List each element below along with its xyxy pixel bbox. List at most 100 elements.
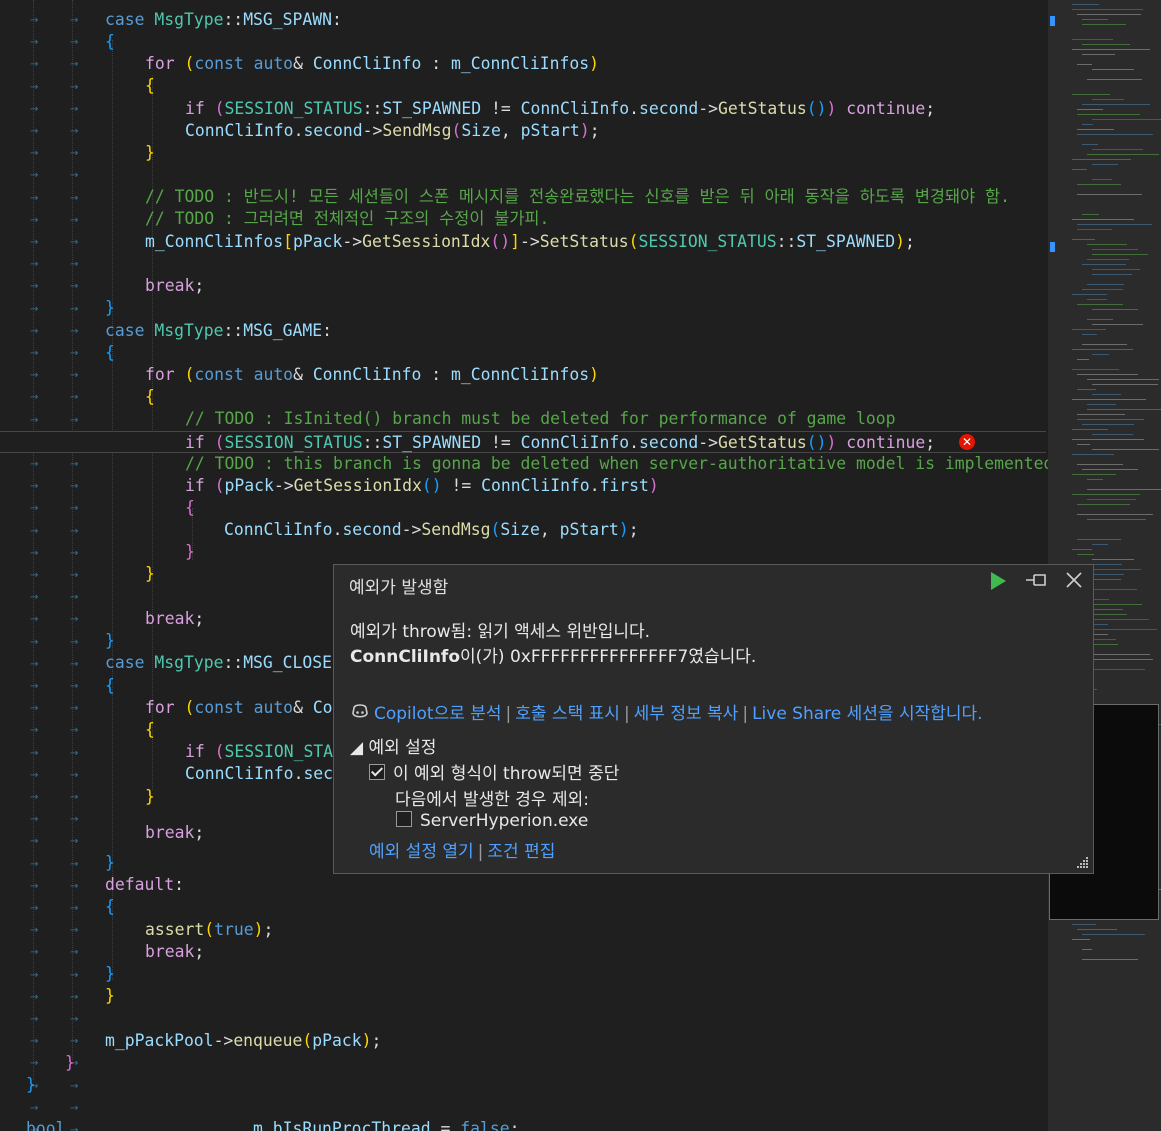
edit-conditions-link[interactable]: 조건 편집	[487, 842, 555, 862]
tab-arrow-icon: →	[30, 392, 39, 404]
code-token: ()	[421, 476, 442, 495]
code-line[interactable]: {	[145, 75, 155, 97]
code-token: )	[253, 920, 264, 939]
break-when-thrown-label: 이 예외 형식이 throw되면 중단	[393, 764, 620, 784]
resize-grip[interactable]	[1075, 855, 1089, 869]
analyze-with-copilot-link[interactable]: Copilot으로 분석	[374, 704, 502, 724]
code-line[interactable]: ConnCliInfo.second->SendMsg(Size, pStart…	[224, 519, 639, 541]
play-icon	[991, 572, 1006, 590]
code-token: {	[145, 76, 155, 95]
code-line[interactable]: m_ConnCliInfos[pPack->GetSessionIdx()]->…	[145, 231, 915, 253]
code-token: }	[145, 564, 155, 583]
code-line[interactable]: }	[105, 963, 115, 985]
tab-arrow-icon: →	[30, 214, 39, 226]
code-line[interactable]: {	[145, 386, 155, 408]
code-line[interactable]: }	[145, 786, 155, 808]
code-line[interactable]: break;	[145, 608, 204, 630]
code-line[interactable]: {	[105, 31, 115, 53]
close-icon	[1066, 572, 1082, 588]
code-line[interactable]: break;	[145, 822, 204, 844]
code-line[interactable]: for (const auto& ConnCliInfo : m_ConnCli…	[145, 53, 599, 75]
minimap-line	[1072, 939, 1090, 940]
code-token: ;	[509, 1119, 520, 1131]
code-line[interactable]: default:	[105, 874, 184, 896]
except-when-label: 다음에서 발생한 경우 제외:	[395, 790, 589, 810]
code-line[interactable]: case MsgType::MSG_GAME:	[105, 320, 332, 342]
code-token: ::	[223, 653, 244, 672]
module-exclusion-option[interactable]: ServerHyperion.exe	[396, 811, 588, 831]
code-line[interactable]: }	[105, 297, 115, 319]
tab-arrow-icon: →	[30, 15, 39, 26]
minimap-line	[1082, 289, 1123, 290]
code-line[interactable]: }	[145, 142, 155, 164]
code-token: true	[214, 920, 254, 939]
code-line[interactable]: }	[105, 630, 115, 652]
tab-arrow-icon: →	[30, 903, 39, 914]
exception-popup: 예외가 발생함 예외가 throw됨: 읽기 액세스 위반입니다. ConnCl…	[333, 564, 1094, 874]
code-line[interactable]: // TODO : 반드시! 모든 세션들이 스폰 메시지를 전송완료했다는 신…	[145, 186, 1010, 208]
code-line[interactable]: }	[185, 541, 195, 563]
code-line[interactable]: m_pPackPool->enqueue(pPack);	[105, 1030, 381, 1052]
code-token: ->	[362, 121, 383, 140]
code-line[interactable]: ConnCliInfo.sec	[185, 763, 333, 785]
minimap-line	[1077, 129, 1114, 130]
start-live-share-link[interactable]: Live Share 세션을 시작합니다.	[752, 704, 983, 724]
tab-arrow-icon: →	[30, 1036, 39, 1048]
code-line[interactable]: // TODO : 그러려면 전체적인 구조의 수정이 불가피.	[145, 208, 549, 230]
code-line[interactable]: {	[105, 342, 115, 364]
tab-arrow-icon: →	[30, 769, 39, 781]
code-line[interactable]: }	[145, 563, 155, 585]
code-line[interactable]: {	[105, 896, 115, 918]
code-line[interactable]: }	[105, 852, 115, 874]
break-when-thrown-checkbox[interactable]	[369, 764, 385, 780]
code-line[interactable]: // TODO : this branch is gonna be delete…	[185, 453, 1048, 475]
copy-details-link[interactable]: 세부 정보 복사	[634, 704, 739, 724]
code-token: {	[145, 387, 155, 406]
code-line[interactable]: {	[145, 719, 155, 741]
tab-arrow-icon: →	[30, 1058, 39, 1070]
module-exclusion-checkbox[interactable]	[396, 811, 412, 827]
minimap-line	[1087, 319, 1113, 320]
code-line[interactable]: break;	[145, 275, 204, 297]
code-line[interactable]: if (SESSION_STATUS::ST_SPAWNED != ConnCl…	[185, 98, 935, 120]
code-line[interactable]: {	[105, 675, 115, 697]
code-line[interactable]: case MsgType::MSG_CLOSE	[105, 652, 332, 674]
exception-settings-header[interactable]: ◢ 예외 설정	[350, 733, 436, 758]
code-line[interactable]: }	[65, 1052, 75, 1074]
code-line[interactable]: // TODO : IsInited() branch must be dele…	[185, 408, 896, 430]
code-line[interactable]: {	[185, 497, 195, 519]
code-token: // TODO : 그러려면 전체적인 구조의 수정이 불가피.	[145, 209, 550, 228]
tab-arrow-icon: →	[30, 570, 39, 581]
code-line[interactable]: bool m_bIsRunProcThread = false;	[26, 1118, 519, 1131]
minimap-line	[1087, 409, 1161, 410]
error-icon[interactable]: ✕	[959, 434, 975, 450]
continue-button[interactable]	[986, 571, 1010, 595]
code-line[interactable]: for (const auto& ConnCliInfo : m_ConnCli…	[145, 364, 599, 386]
code-token: (	[628, 232, 639, 251]
code-line[interactable]: if (SESSION_STA	[185, 741, 333, 763]
code-line[interactable]: for (const auto& Co	[145, 697, 333, 719]
tab-arrow-icon: →	[70, 792, 79, 803]
tab-arrow-icon: →	[70, 547, 79, 559]
open-exception-settings-link[interactable]: 예외 설정 열기	[369, 842, 474, 862]
code-token: enqueue	[233, 1031, 303, 1050]
code-line[interactable]: break;	[145, 941, 204, 963]
code-line[interactable]: if (pPack->GetSessionIdx() != ConnCliInf…	[185, 475, 659, 497]
code-line[interactable]: }	[105, 985, 115, 1007]
pin-button[interactable]	[1024, 571, 1048, 595]
tab-arrow-icon: →	[30, 658, 39, 670]
break-when-thrown-option[interactable]: 이 예외 형식이 throw되면 중단	[369, 759, 619, 784]
show-call-stack-link[interactable]: 호출 스택 표시	[515, 704, 620, 724]
code-line[interactable]: ConnCliInfo.second->SendMsg(Size, pStart…	[185, 120, 600, 142]
code-line[interactable]: case MsgType::MSG_SPAWN:	[105, 9, 342, 31]
code-line[interactable]: }	[26, 1074, 36, 1096]
current-code-line[interactable]: if (SESSION_STATUS::ST_SPAWNED != ConnCl…	[0, 431, 1046, 453]
close-button[interactable]	[1062, 571, 1086, 595]
code-token: if	[185, 433, 205, 452]
code-line[interactable]: assert(true);	[145, 919, 273, 941]
code-token: &	[293, 698, 313, 717]
